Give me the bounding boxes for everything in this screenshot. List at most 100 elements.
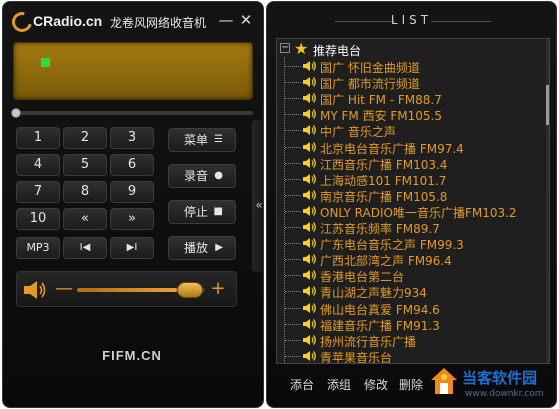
list-titlebar[interactable]: LIST bbox=[267, 2, 556, 38]
speaker-icon bbox=[303, 205, 316, 216]
station-item[interactable]: MY FM 西安 FM105.5 bbox=[285, 106, 539, 123]
numpad-key-7[interactable]: 7 bbox=[16, 181, 60, 203]
tree-branch bbox=[285, 323, 301, 325]
tree-group-recommended[interactable]: − ★ 推荐电台 bbox=[279, 39, 539, 58]
double-chevron-left-icon: « bbox=[255, 198, 263, 212]
minimize-button[interactable]: — bbox=[216, 11, 236, 29]
close-button[interactable]: ✕ bbox=[236, 11, 256, 29]
player-titlebar[interactable]: CRadio.cn 龙卷风网络收音机 — ✕ bbox=[3, 2, 263, 36]
speaker-icon bbox=[303, 61, 316, 71]
tree-branch bbox=[285, 243, 301, 245]
numpad-key-3[interactable]: 3 bbox=[110, 127, 154, 149]
scrollbar-thumb[interactable] bbox=[546, 85, 549, 125]
volume-handle[interactable] bbox=[177, 282, 203, 298]
station-display bbox=[13, 42, 253, 100]
tree-branch bbox=[285, 307, 301, 309]
mp3-button[interactable]: MP3 bbox=[16, 237, 60, 259]
watermark-brand: 当客软件园 bbox=[462, 370, 538, 387]
station-item[interactable]: 广东电台音乐之声 FM99.3 bbox=[285, 235, 539, 252]
delete-button[interactable]: 删除 bbox=[399, 376, 423, 393]
add-station-button[interactable]: 添台 bbox=[290, 376, 314, 393]
tree-branch bbox=[285, 146, 301, 148]
station-item[interactable]: 上海动感101 FM101.7 bbox=[285, 171, 539, 188]
tree-branch bbox=[285, 275, 301, 277]
next-station-button[interactable]: ▶I bbox=[110, 237, 154, 259]
play-icon: ▶ bbox=[215, 242, 223, 253]
progress-track[interactable] bbox=[13, 111, 253, 115]
collapse-list-toggle[interactable]: « bbox=[252, 194, 263, 216]
speaker-icon[interactable] bbox=[23, 281, 47, 299]
collapse-group-icon[interactable]: − bbox=[280, 43, 290, 53]
brand-label: CRadio.cn bbox=[33, 13, 103, 29]
volume-up-button[interactable]: + bbox=[209, 276, 227, 302]
menu-icon: ☰ bbox=[214, 134, 223, 145]
watermark-url: www.downkr.com bbox=[465, 389, 544, 399]
numpad-key-1[interactable]: 1 bbox=[16, 127, 60, 149]
speaker-icon bbox=[303, 189, 316, 200]
station-item[interactable]: 青苹果音乐台 bbox=[285, 348, 539, 364]
numpad-key-10[interactable]: 10 bbox=[16, 208, 60, 230]
numpad-key-8[interactable]: 8 bbox=[63, 181, 107, 203]
speaker-icon bbox=[303, 77, 316, 88]
tree-branch bbox=[285, 291, 301, 293]
station-item[interactable]: 国广 都市流行频道 bbox=[285, 74, 539, 91]
speaker-icon bbox=[303, 141, 316, 152]
numpad-key-9[interactable]: 9 bbox=[110, 181, 154, 203]
record-button[interactable]: 录音 ● bbox=[168, 164, 236, 188]
station-item[interactable]: 福建音乐广播 FM91.3 bbox=[285, 316, 539, 333]
speaker-icon bbox=[303, 334, 316, 345]
play-button[interactable]: 播放 ▶ bbox=[168, 236, 236, 260]
previous-station-button[interactable]: I◀ bbox=[63, 237, 107, 259]
station-item[interactable]: 国广 Hit FM - FM88.7 bbox=[285, 90, 539, 107]
volume-down-button[interactable]: — bbox=[55, 276, 73, 302]
tree-branch bbox=[285, 339, 301, 341]
menu-label: 菜单 bbox=[184, 133, 209, 147]
stop-button[interactable]: 停止 ■ bbox=[168, 200, 236, 224]
volume-panel: — + bbox=[16, 271, 237, 307]
page-back-button[interactable]: « bbox=[63, 208, 107, 230]
tree-branch bbox=[285, 114, 301, 116]
speaker-icon bbox=[303, 302, 316, 313]
speaker-icon bbox=[303, 157, 316, 168]
tree-branch bbox=[285, 259, 301, 261]
station-item[interactable]: 江西音乐广播 FM103.4 bbox=[285, 155, 539, 172]
tree-branch bbox=[285, 98, 301, 100]
speaker-icon bbox=[303, 125, 316, 136]
station-item[interactable]: ONLY RADIO唯一音乐广播FM103.2 bbox=[285, 203, 539, 220]
page-forward-button[interactable]: » bbox=[110, 208, 154, 230]
speaker-icon bbox=[303, 173, 316, 184]
station-name: 青苹果音乐台 bbox=[320, 350, 393, 364]
tree-branch bbox=[285, 66, 301, 67]
station-item[interactable]: 香港电台第二台 bbox=[285, 267, 539, 284]
edit-button[interactable]: 修改 bbox=[364, 376, 388, 393]
skip-previous-icon: I◀ bbox=[79, 242, 91, 253]
record-label: 录音 bbox=[184, 169, 209, 183]
speaker-icon bbox=[303, 93, 316, 104]
cradio-logo-icon bbox=[8, 8, 36, 36]
station-item[interactable]: 国广 怀旧金曲频道 bbox=[285, 58, 539, 75]
numpad-key-2[interactable]: 2 bbox=[63, 127, 107, 149]
station-item[interactable]: 北京电台音乐广播 FM97.4 bbox=[285, 139, 539, 156]
radio-player-window: CRadio.cn 龙卷风网络收音机 — ✕ 1 2 3 4 5 6 7 8 9… bbox=[2, 1, 264, 408]
signal-indicator bbox=[41, 58, 50, 67]
station-list-window: LIST − ★ 推荐电台 国广 怀旧金曲频道 国广 都市流行频道 国广 Hit F… bbox=[266, 1, 557, 408]
play-label: 播放 bbox=[184, 241, 209, 255]
progress-handle[interactable] bbox=[11, 108, 21, 118]
station-item[interactable]: 广西北部湾之声 FM96.4 bbox=[285, 251, 539, 268]
menu-button[interactable]: 菜单 ☰ bbox=[168, 128, 236, 152]
tree-branch bbox=[285, 130, 301, 132]
numpad-key-4[interactable]: 4 bbox=[16, 154, 60, 176]
numpad-key-5[interactable]: 5 bbox=[63, 154, 107, 176]
add-group-button[interactable]: 添组 bbox=[327, 376, 351, 393]
numpad-key-6[interactable]: 6 bbox=[110, 154, 154, 176]
station-item[interactable]: 南京音乐广播 FM105.8 bbox=[285, 187, 539, 204]
list-scrollbar[interactable] bbox=[546, 39, 549, 363]
station-tree: − ★ 推荐电台 国广 怀旧金曲频道 国广 都市流行频道 国广 Hit FM - F… bbox=[276, 38, 550, 364]
station-item[interactable]: 江苏音乐频率 FM89.7 bbox=[285, 219, 539, 236]
station-item[interactable]: 扬州流行音乐广播 bbox=[285, 332, 539, 349]
speaker-icon bbox=[303, 270, 316, 281]
station-item[interactable]: 佛山电台真爱 FM94.6 bbox=[285, 300, 539, 317]
station-item[interactable]: 青山湖之声魅力934 bbox=[285, 283, 539, 300]
station-item[interactable]: 中广 音乐之声 bbox=[285, 122, 539, 139]
volume-fill bbox=[77, 288, 177, 292]
